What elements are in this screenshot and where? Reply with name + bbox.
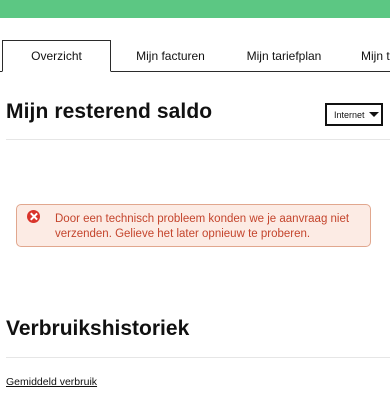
error-x-icon bbox=[27, 210, 40, 223]
section-divider bbox=[6, 357, 390, 358]
saldo-type-dropdown[interactable]: Internet bbox=[325, 103, 383, 126]
average-usage-link[interactable]: Gemiddeld verbruik bbox=[6, 376, 97, 388]
tab-mijn-facturen[interactable]: Mijn facturen bbox=[113, 40, 228, 71]
dropdown-selected-value: Internet bbox=[334, 109, 365, 120]
error-alert: Door een technisch probleem konden we je… bbox=[16, 204, 371, 247]
tab-overzicht[interactable]: Overzicht bbox=[2, 40, 111, 72]
history-section-title: Verbruikshistoriek bbox=[6, 317, 190, 340]
tab-mijn-truncated[interactable]: Mijn t bbox=[340, 40, 390, 71]
top-header-bar bbox=[0, 0, 390, 18]
error-alert-message: Door een technisch probleem konden we je… bbox=[55, 213, 350, 240]
tab-mijn-tariefplan[interactable]: Mijn tariefplan bbox=[230, 40, 338, 71]
tab-bar: Overzicht Mijn facturen Mijn tariefplan … bbox=[0, 40, 390, 72]
chevron-down-icon bbox=[368, 112, 379, 117]
section-divider bbox=[6, 139, 390, 140]
saldo-section-title: Mijn resterend saldo bbox=[6, 100, 213, 123]
